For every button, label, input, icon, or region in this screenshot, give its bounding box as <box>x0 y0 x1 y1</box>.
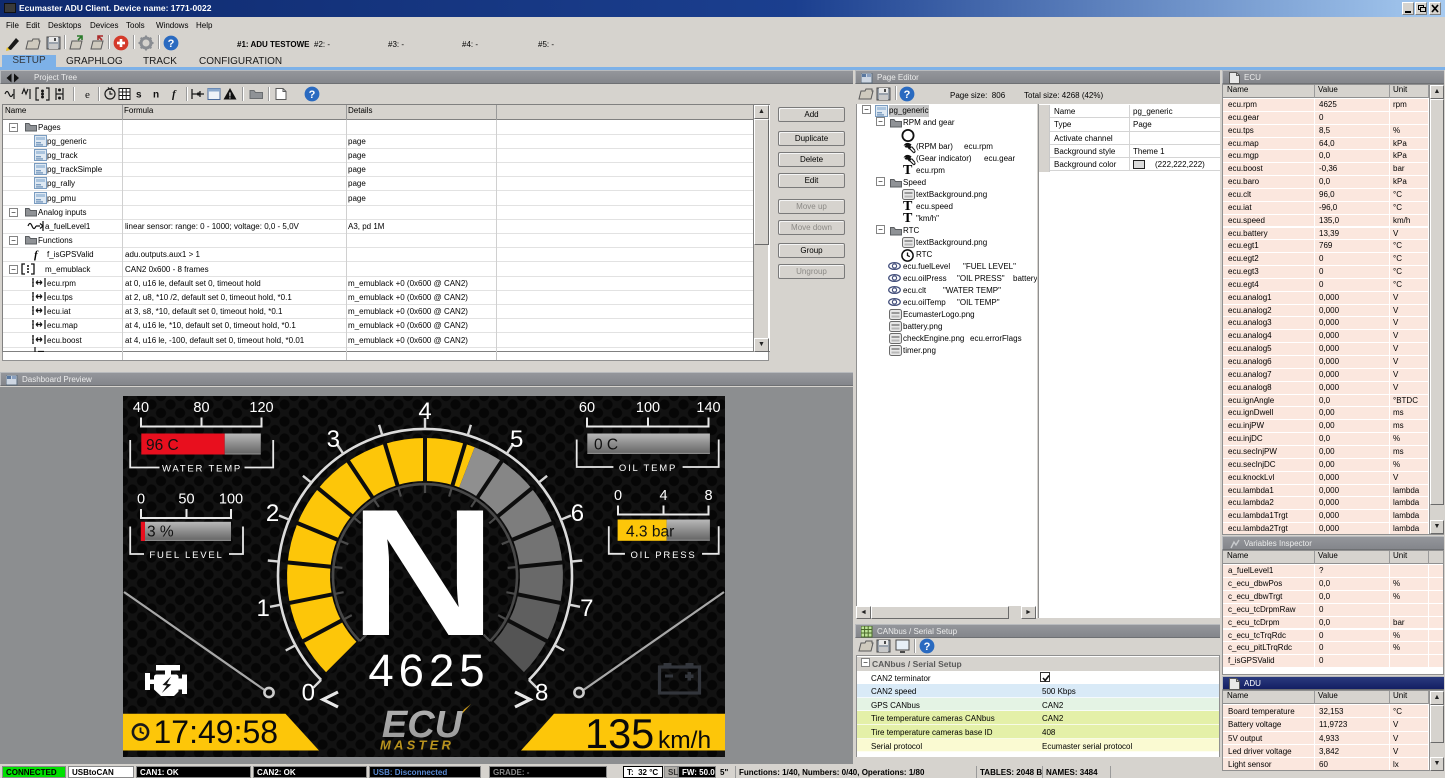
svg-text:8: 8 <box>704 488 712 504</box>
svg-text:96 C: 96 C <box>146 437 179 454</box>
svg-text:s: s <box>136 90 142 101</box>
svg-text:17:49:58: 17:49:58 <box>154 714 279 750</box>
svg-text:OIL TEMP: OIL TEMP <box>619 463 677 474</box>
svg-text:km/h: km/h <box>658 727 711 754</box>
svg-text:140: 140 <box>696 400 720 416</box>
svg-text:MASTER: MASTER <box>380 738 454 753</box>
svg-text:e: e <box>85 89 90 101</box>
svg-text:4: 4 <box>659 488 667 504</box>
svg-text:50: 50 <box>178 492 194 508</box>
svg-text:4625: 4625 <box>368 645 489 696</box>
svg-text:WATER TEMP: WATER TEMP <box>162 464 242 475</box>
svg-text:?: ? <box>309 89 316 101</box>
svg-text:100: 100 <box>219 492 243 508</box>
svg-text:?: ? <box>924 641 931 653</box>
svg-text:40: 40 <box>133 400 149 416</box>
svg-text:3 %: 3 % <box>147 524 174 541</box>
svg-text:?: ? <box>904 89 911 101</box>
svg-text:?: ? <box>168 38 175 50</box>
svg-text:OIL PRESS: OIL PRESS <box>630 550 696 561</box>
svg-text:0: 0 <box>137 492 145 508</box>
svg-text:0: 0 <box>614 488 622 504</box>
svg-text:120: 120 <box>249 400 273 416</box>
svg-text:FUEL LEVEL: FUEL LEVEL <box>149 550 223 561</box>
svg-text:0 C: 0 C <box>594 437 618 454</box>
svg-text:135: 135 <box>585 710 654 757</box>
svg-text:80: 80 <box>193 400 209 416</box>
svg-text:f: f <box>172 89 177 101</box>
svg-text:60: 60 <box>579 400 595 416</box>
svg-text:!: ! <box>229 92 232 101</box>
svg-text:N: N <box>349 471 497 673</box>
svg-text:4.3 bar: 4.3 bar <box>626 523 674 540</box>
svg-text:100: 100 <box>636 400 660 416</box>
svg-text:n: n <box>153 90 159 101</box>
